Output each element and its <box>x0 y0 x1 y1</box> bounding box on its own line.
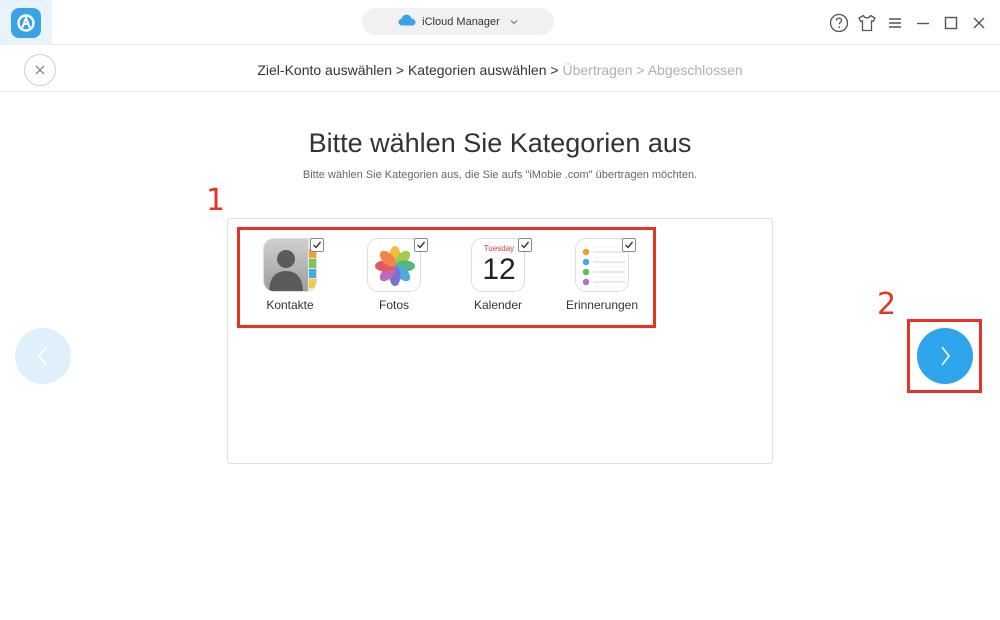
chevron-left-icon <box>37 346 47 366</box>
category-label: Fotos <box>378 298 409 312</box>
maximize-icon[interactable] <box>940 11 962 35</box>
page-title: Bitte wählen Sie Kategorien aus <box>308 128 692 158</box>
chevron-right-icon <box>941 346 951 366</box>
chevron-down-icon <box>510 17 518 27</box>
minimize-icon[interactable] <box>912 11 934 35</box>
annotation-step-one: 1 <box>206 183 226 218</box>
category-label: Kontakte <box>266 298 314 312</box>
app-logo[interactable] <box>0 0 52 45</box>
breadcrumb-bar: Ziel-Konto auswählen > Kategorien auswäh… <box>0 46 1000 92</box>
menu-icon[interactable] <box>884 11 906 35</box>
checkbox-checked-icon[interactable] <box>518 238 532 252</box>
previous-button[interactable] <box>15 328 71 384</box>
breadcrumb-separator: > <box>632 62 648 78</box>
tshirt-icon[interactable] <box>856 11 878 35</box>
category-label: Kalender <box>473 298 523 312</box>
calendar-icon: Tuesday 12 <box>471 238 525 292</box>
breadcrumb: Ziel-Konto auswählen > Kategorien auswäh… <box>0 62 1000 78</box>
annotation-step-two: 2 <box>877 287 897 322</box>
category-list: Kontakte Fotos Tuesday 12 Kalender Erinn… <box>238 238 654 324</box>
mode-label: iCloud Manager <box>422 15 500 28</box>
breadcrumb-separator: > <box>546 62 563 78</box>
category-item-calendar[interactable]: Tuesday 12 Kalender <box>446 238 550 324</box>
close-icon[interactable] <box>968 11 990 35</box>
breadcrumb-step-select-categories: Kategorien auswählen <box>407 62 547 78</box>
category-label: Erinnerungen <box>565 298 639 312</box>
category-item-photos[interactable]: Fotos <box>342 238 446 324</box>
breadcrumb-step-complete: Abgeschlossen <box>647 62 743 78</box>
help-icon[interactable] <box>828 11 850 35</box>
page-subtitle: Bitte wählen Sie Kategorien aus, die Sie… <box>302 169 698 181</box>
window-controls <box>828 10 990 36</box>
checkbox-checked-icon[interactable] <box>414 238 428 252</box>
category-item-reminders[interactable]: Erinnerungen <box>550 238 654 324</box>
checkbox-checked-icon[interactable] <box>310 238 324 252</box>
photos-icon <box>367 238 421 292</box>
cloud-icon <box>398 14 416 29</box>
reminders-icon <box>575 238 629 292</box>
contacts-icon <box>263 238 317 292</box>
title-bar: iCloud Manager <box>0 0 1000 45</box>
anytrans-logo-icon <box>11 7 41 38</box>
mode-selector[interactable]: iCloud Manager <box>362 8 554 35</box>
category-item-contacts[interactable]: Kontakte <box>238 238 342 324</box>
next-button[interactable] <box>917 328 973 384</box>
breadcrumb-step-transfer: Übertragen <box>562 62 633 78</box>
checkbox-checked-icon[interactable] <box>622 238 636 252</box>
breadcrumb-separator: > <box>391 62 408 78</box>
calendar-date: 12 <box>482 253 516 286</box>
breadcrumb-step-select-account: Ziel-Konto auswählen <box>257 62 392 78</box>
